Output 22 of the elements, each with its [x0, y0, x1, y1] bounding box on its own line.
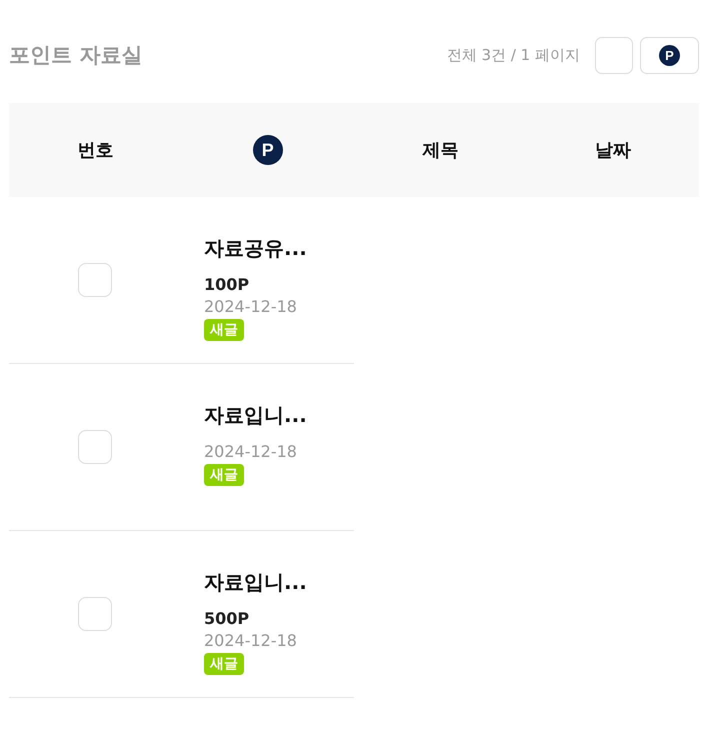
post-date: 2024-12-18: [204, 296, 297, 318]
new-badge: 새글: [204, 319, 244, 341]
post-points: 100P: [204, 275, 250, 294]
post-title[interactable]: 자료입니...: [204, 402, 334, 429]
new-badge: 새글: [204, 464, 244, 486]
row-checkbox[interactable]: [78, 597, 112, 631]
row-checkbox[interactable]: [78, 263, 112, 297]
post-title[interactable]: 자료입니...: [204, 569, 334, 596]
point-button[interactable]: P: [640, 36, 699, 74]
point-icon: P: [252, 135, 283, 165]
column-header: 제목: [422, 139, 458, 162]
post-date: 2024-12-18: [204, 630, 297, 652]
page-title: 포인트 자료실: [9, 42, 142, 69]
select-all-checkbox[interactable]: [595, 36, 633, 74]
column-header: 번호: [77, 139, 114, 162]
column-header: 날짜: [594, 139, 631, 162]
post-points: 500P: [204, 609, 250, 628]
total-count: 전체 3건 / 1 페이지: [446, 46, 580, 64]
row-checkbox[interactable]: [78, 430, 112, 464]
new-badge: 새글: [204, 653, 244, 675]
post-title[interactable]: 자료공유...: [204, 235, 334, 262]
post-date: 2024-12-18: [204, 441, 297, 463]
